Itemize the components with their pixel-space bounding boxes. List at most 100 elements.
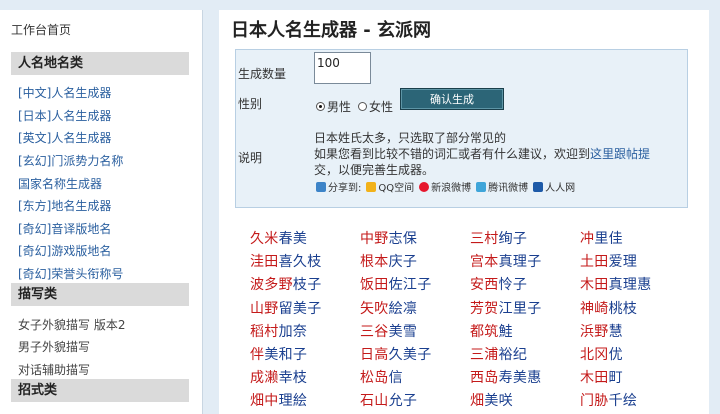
surname: 门胁 xyxy=(580,393,609,410)
generated-name: 芳贺江里子 xyxy=(470,298,542,318)
given-name: 庆子 xyxy=(388,254,418,271)
given-name: 町 xyxy=(608,370,623,387)
generated-name: 久米春美 xyxy=(250,228,307,248)
generated-name: 木田真理惠 xyxy=(580,274,652,294)
surname: 三村 xyxy=(470,231,499,247)
generated-name: 松岛信 xyxy=(360,367,403,387)
surname: 松岛 xyxy=(360,370,389,387)
share-tencent-weibo[interactable]: 腾讯微博 xyxy=(476,179,528,194)
share-renren[interactable]: 人人网 xyxy=(533,179,575,194)
radio-selected-icon xyxy=(316,102,325,111)
given-name: 喜久枝 xyxy=(278,254,322,271)
given-name: 允子 xyxy=(388,393,418,410)
main-panel: 日本人名生成器 - 玄派网 生成数量 100 性别 男性 女性 确认生成 说明 … xyxy=(219,10,709,414)
surname: 木田 xyxy=(580,370,609,387)
sidebar-section-moves: 招式类 xyxy=(11,379,189,402)
surname: 伴 xyxy=(250,347,265,363)
share-bar: 分享到: QQ空间 新浪微博 腾讯微博 人人网 xyxy=(316,179,580,194)
generate-button[interactable]: 确认生成 xyxy=(400,88,504,110)
given-name: 理絵 xyxy=(278,393,308,410)
sidebar-item-female-appearance[interactable]: 女子外貌描写 版本2 xyxy=(18,316,125,333)
given-name: 慧 xyxy=(608,323,623,340)
share-sina-text: 新浪微博 xyxy=(431,183,472,194)
given-name: 絵凛 xyxy=(388,300,418,317)
gender-male-label: 男性 xyxy=(327,100,352,114)
share-sina-weibo[interactable]: 新浪微博 xyxy=(419,179,471,194)
given-name: 裕纪 xyxy=(498,347,528,363)
share-qzone-text: QQ空间 xyxy=(378,183,415,194)
generated-name: 宫本真理子 xyxy=(470,251,542,271)
sidebar-item-fantasy-game-places[interactable]: [奇幻]游戏版地名 xyxy=(18,242,111,259)
share-plus-icon xyxy=(316,181,326,192)
note-line-1: 日本姓氏太多，只选取了部分常见的 xyxy=(314,131,507,145)
given-name: 留美子 xyxy=(278,300,322,317)
sidebar-item-sect-names[interactable]: [玄幻]门派势力名称 xyxy=(18,152,123,169)
surname: 成濑 xyxy=(250,370,279,387)
given-name: 枝子 xyxy=(292,277,322,294)
sidebar-home-link[interactable]: 工作台首页 xyxy=(11,21,71,38)
share-qzone[interactable]: QQ空间 xyxy=(366,179,414,194)
given-name: 江里子 xyxy=(498,300,542,317)
page-title: 日本人名生成器 - 玄派网 xyxy=(231,20,432,41)
generated-name: 矢吹絵凛 xyxy=(360,298,417,318)
generated-name: 浜野慧 xyxy=(580,321,623,341)
given-name: 绚子 xyxy=(498,231,528,247)
surname: 石山 xyxy=(360,393,389,410)
surname: 中野 xyxy=(360,231,389,247)
surname: 矢吹 xyxy=(360,300,389,317)
generated-name: 木田町 xyxy=(580,367,623,387)
sidebar-item-eastern-places[interactable]: [东方]地名生成器 xyxy=(18,197,111,214)
note-line-2: 如果您看到比较不错的词汇或者有什么建议，欢迎到这里跟帖提 xyxy=(314,146,684,162)
generated-name: 波多野枝子 xyxy=(250,274,322,294)
given-name: 春美 xyxy=(278,231,308,247)
surname: 北冈 xyxy=(580,347,609,363)
surname: 冲 xyxy=(580,231,595,247)
sidebar-item-country-names[interactable]: 国家名称生成器 xyxy=(18,175,102,192)
generated-name: 安西怜子 xyxy=(470,274,527,294)
sidebar-item-english-names[interactable]: [英文]人名生成器 xyxy=(18,129,111,146)
tencent-weibo-icon xyxy=(476,181,487,192)
given-name: 佐江子 xyxy=(388,277,432,294)
note-text: 日本姓氏太多，只选取了部分常见的 如果您看到比较不错的词汇或者有什么建议，欢迎到… xyxy=(314,130,684,178)
surname: 畑中 xyxy=(250,393,279,410)
generated-name: 神崎桃枝 xyxy=(580,298,637,318)
generated-name: 根本庆子 xyxy=(360,251,417,271)
generated-name: 畑中理絵 xyxy=(250,390,307,410)
sidebar-item-fantasy-titles[interactable]: [奇幻]荣誉头衔称号 xyxy=(18,265,123,282)
sidebar-item-japanese-names[interactable]: [日本]人名生成器 xyxy=(18,107,111,124)
given-name: 加奈 xyxy=(278,323,308,340)
sidebar-item-fantasy-transliterated[interactable]: [奇幻]音译版地名 xyxy=(18,220,111,237)
surname: 安西 xyxy=(470,277,499,294)
given-name: 怜子 xyxy=(498,277,528,294)
sidebar-item-dialogue-helper[interactable]: 对话辅助描写 xyxy=(18,361,90,378)
given-name: 志保 xyxy=(388,231,418,247)
given-name: 优 xyxy=(608,347,623,363)
generated-name: 畑美咲 xyxy=(470,390,513,410)
generated-name: 西岛寿美惠 xyxy=(470,367,542,387)
share-renren-text: 人人网 xyxy=(545,183,576,194)
surname: 饭田 xyxy=(360,277,389,294)
generated-name: 中野志保 xyxy=(360,228,417,248)
qty-input[interactable]: 100 xyxy=(314,52,371,84)
surname: 芳贺 xyxy=(470,300,499,317)
generated-name: 成濑幸枝 xyxy=(250,367,307,387)
sidebar-section-names: 人名地名类 xyxy=(11,52,189,75)
gender-male-radio[interactable]: 男性 xyxy=(316,98,351,115)
sidebar-item-chinese-names[interactable]: [中文]人名生成器 xyxy=(18,84,111,101)
note-line-2-text: 如果您看到比较不错的词汇或者有什么建议，欢迎到 xyxy=(314,147,591,161)
surname: 都筑 xyxy=(470,323,499,340)
generated-name: 山野留美子 xyxy=(250,298,322,318)
feedback-link[interactable]: 这里跟帖提 xyxy=(590,147,650,161)
share-label: 分享到: xyxy=(316,179,361,194)
surname: 稻村 xyxy=(250,323,279,340)
generated-name: 稻村加奈 xyxy=(250,321,307,341)
surname: 久米 xyxy=(250,231,279,247)
surname: 日高 xyxy=(360,347,389,363)
surname: 宫本 xyxy=(470,254,499,271)
generated-name: 日高久美子 xyxy=(360,344,432,364)
sidebar-section-description: 描写类 xyxy=(11,283,189,306)
sidebar-item-male-appearance[interactable]: 男子外貌描写 xyxy=(18,338,90,355)
given-name: 里佳 xyxy=(594,231,623,247)
gender-female-radio[interactable]: 女性 xyxy=(358,98,393,115)
note-label: 说明 xyxy=(238,151,263,165)
